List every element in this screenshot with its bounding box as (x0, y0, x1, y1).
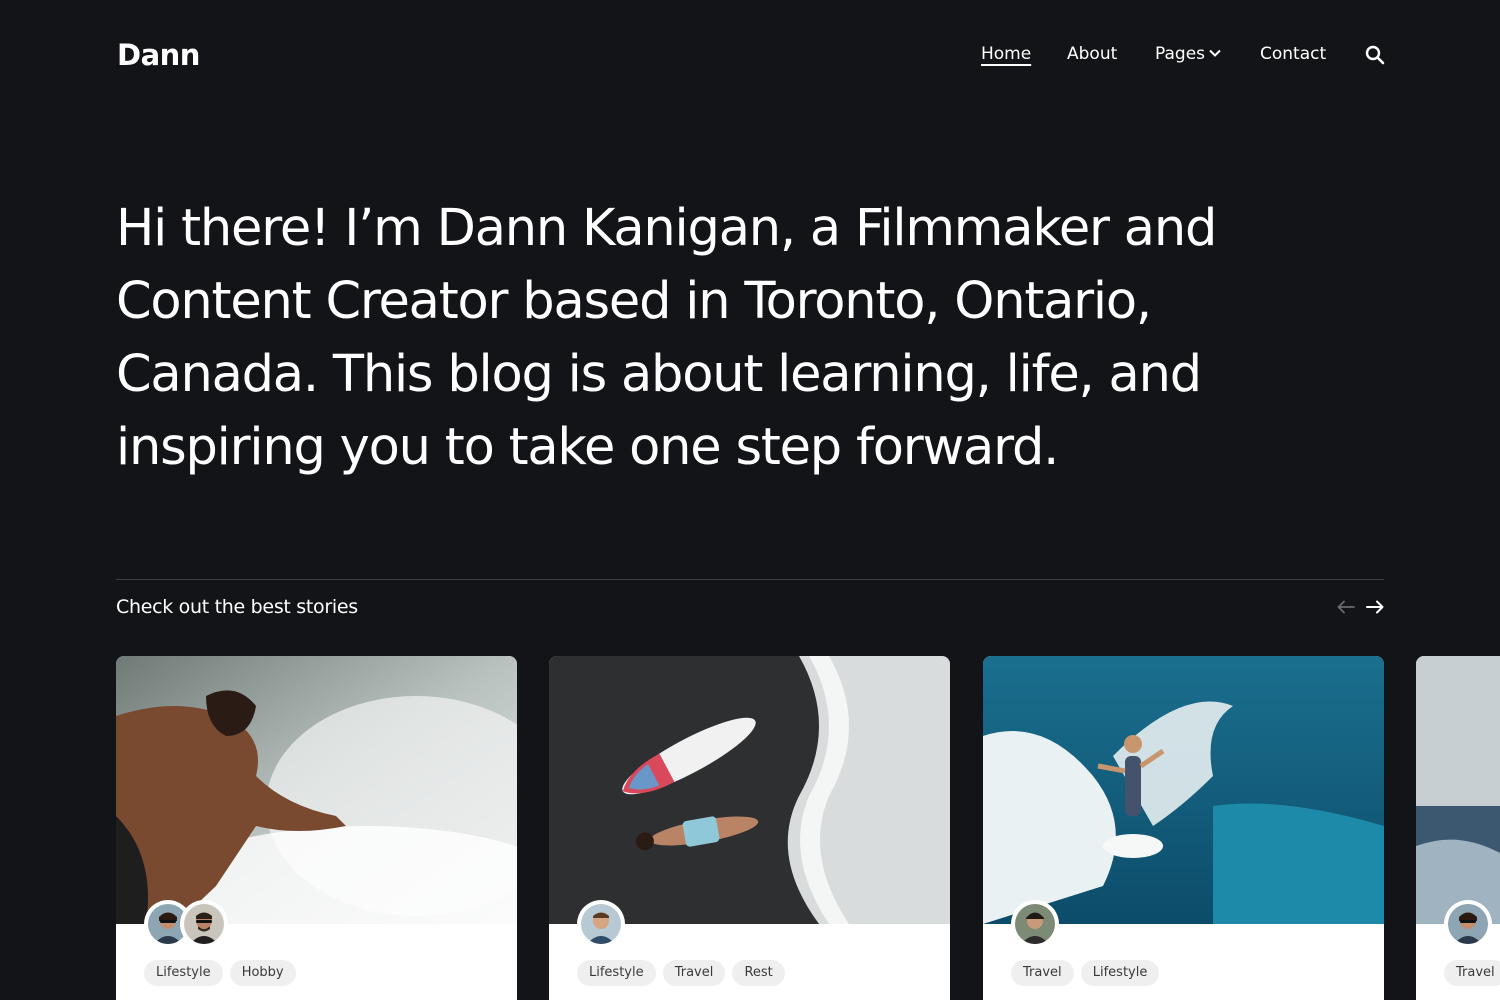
chevron-down-icon (1209, 49, 1221, 57)
story-card[interactable]: Travel (1416, 656, 1500, 1000)
story-card[interactable]: Lifestyle Hobby (116, 656, 517, 1000)
arrow-left-icon (1337, 600, 1355, 614)
story-image-beach-surfboard[interactable] (549, 656, 950, 924)
arrow-right-icon (1366, 600, 1384, 614)
main-nav: Home About Pages Contact (0, 44, 1500, 68)
search-icon (1365, 45, 1385, 65)
tag[interactable]: Travel (1011, 960, 1074, 986)
nav-pages[interactable]: Pages (1155, 44, 1221, 64)
tag[interactable]: Travel (1444, 960, 1500, 986)
tag[interactable]: Lifestyle (144, 960, 223, 986)
nav-contact[interactable]: Contact (1260, 44, 1326, 64)
story-image-surfer-wave[interactable] (983, 656, 1384, 924)
search-button[interactable] (1365, 45, 1385, 65)
tag-list: Lifestyle Hobby (144, 960, 298, 986)
tag-list: Lifestyle Travel Rest (577, 960, 787, 986)
tag[interactable]: Lifestyle (577, 960, 656, 986)
tag[interactable]: Lifestyle (1080, 960, 1160, 986)
avatar[interactable] (1444, 900, 1492, 948)
section-divider (116, 579, 1384, 580)
avatar[interactable] (180, 900, 228, 948)
nav-about[interactable]: About (1067, 44, 1117, 64)
tag-list: Travel (1444, 960, 1500, 986)
tag[interactable]: Hobby (229, 960, 296, 986)
story-card[interactable]: Travel Lifestyle (983, 656, 1384, 1000)
hero-intro: Hi there! I’m Dann Kanigan, a Filmmaker … (116, 199, 1217, 477)
nav-pages-label: Pages (1155, 44, 1206, 64)
page: Dann Home About Pages Contact Hi there! … (0, 0, 1500, 1000)
carousel-next-button[interactable] (1365, 598, 1385, 616)
story-card[interactable]: Lifestyle Travel Rest (549, 656, 950, 1000)
stories-section-title: Check out the best stories (116, 596, 358, 618)
avatar[interactable] (1011, 900, 1059, 948)
carousel-prev-button[interactable] (1336, 598, 1356, 616)
tag[interactable]: Rest (732, 960, 785, 986)
avatar[interactable] (577, 900, 625, 948)
tag-list: Travel Lifestyle (1011, 960, 1161, 986)
tag[interactable]: Travel (662, 960, 726, 986)
nav-home[interactable]: Home (981, 44, 1031, 64)
story-image-ocean-boat[interactable] (1416, 656, 1500, 924)
story-image-surfer-splash[interactable] (116, 656, 517, 924)
